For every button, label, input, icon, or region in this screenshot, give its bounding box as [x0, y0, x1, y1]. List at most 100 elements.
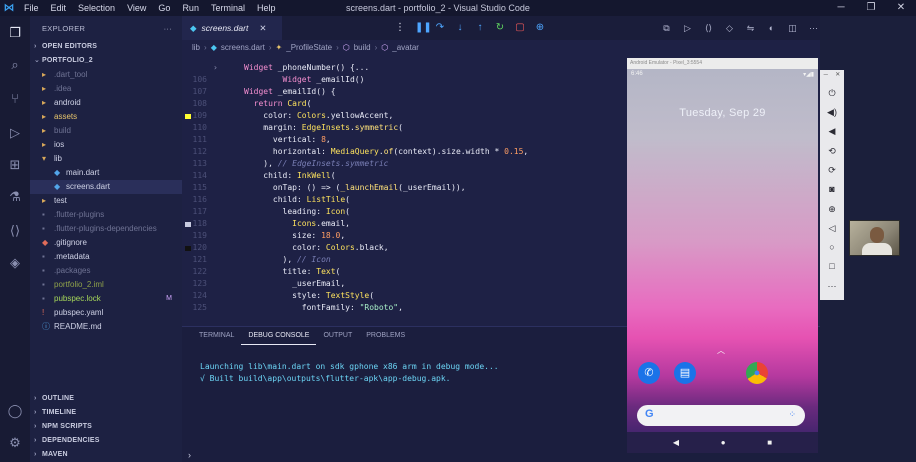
flutter-icon[interactable]: ◈	[0, 252, 30, 274]
tab-output[interactable]: OUTPUT	[316, 328, 359, 344]
drag-handle-icon[interactable]: ⋮	[395, 20, 405, 36]
step-out-icon[interactable]: ↑	[475, 20, 485, 36]
home-icon[interactable]: ○	[820, 242, 844, 252]
file-tree-item[interactable]: ▪ pubspec.lock M	[30, 292, 182, 306]
assistant-icon[interactable]: ⁘	[788, 409, 796, 420]
overview-icon[interactable]: □	[820, 261, 844, 271]
changes-icon[interactable]: ⇋	[744, 20, 757, 36]
zoom-icon[interactable]: ⊕	[820, 204, 844, 215]
file-tree-item[interactable]: ▸ .idea	[30, 82, 182, 96]
console-input-prompt[interactable]: ›	[188, 450, 191, 460]
breadcrumb-method[interactable]: build	[354, 43, 371, 52]
account-icon[interactable]: ◯	[0, 400, 30, 422]
file-tree-item[interactable]: ▸ test	[30, 194, 182, 208]
breadcrumb-symbol[interactable]: _avatar	[392, 43, 419, 52]
file-tree-item[interactable]: ▪ portfolio_2.iml	[30, 278, 182, 292]
more-actions-icon[interactable]: ···	[807, 20, 820, 36]
open-devtools-icon[interactable]: ⧉	[660, 20, 673, 36]
split-editor-icon[interactable]: ◫	[786, 20, 799, 36]
recents-icon[interactable]: ■	[767, 438, 772, 447]
minimize-icon[interactable]: ─	[824, 70, 828, 80]
messages-app-icon[interactable]: ▤	[674, 362, 696, 384]
fold-chevron-icon[interactable]: ›	[213, 62, 218, 74]
settings-gear-icon[interactable]: ⚙	[0, 432, 30, 454]
file-tree-item[interactable]: ▪ .flutter-plugins-dependencies	[30, 222, 182, 236]
file-tree-item[interactable]: ◆ .gitignore	[30, 236, 182, 250]
npm-scripts-section[interactable]: › NPM SCRIPTS	[30, 420, 182, 434]
android-emulator-screen[interactable]: 6:46 ▾◢▮ Tuesday, Sep 29 ︿ ✆ ▤ ● G ⁘ ◀ ●…	[627, 69, 818, 453]
close-icon[interactable]: ✕	[835, 70, 840, 80]
file-tree-item[interactable]: ◆ screens.dart	[30, 180, 182, 194]
file-tree-item[interactable]: ! pubspec.yaml	[30, 306, 182, 320]
go-back-icon[interactable]: ⟨⟩	[702, 20, 715, 36]
explorer-more-icon[interactable]: ···	[164, 24, 172, 33]
stop-icon[interactable]: ▢	[515, 20, 525, 36]
step-over-icon[interactable]: ↷	[435, 20, 445, 36]
testing-icon[interactable]: ⚗	[0, 186, 30, 208]
breadcrumb-lib[interactable]: lib	[192, 43, 200, 52]
tab-screens-dart[interactable]: ◆ screens.dart ✕	[182, 16, 282, 40]
file-tree-item[interactable]: ▪ .flutter-plugins	[30, 208, 182, 222]
restart-icon[interactable]: ↻	[495, 20, 505, 36]
tab-problems[interactable]: PROBLEMS	[359, 328, 412, 344]
timeline-section[interactable]: › TIMELINE	[30, 406, 182, 420]
run-icon[interactable]: ▷	[681, 20, 694, 36]
file-tree-item[interactable]: ⓘ README.md	[30, 320, 182, 334]
menu-terminal[interactable]: Terminal	[205, 0, 251, 16]
project-section[interactable]: ⌄ PORTFOLIO_2	[30, 54, 182, 68]
camera-icon[interactable]: ◙	[820, 184, 844, 194]
more-icon[interactable]: ···	[820, 281, 844, 291]
outline-section[interactable]: › OUTLINE	[30, 392, 182, 406]
run-debug-icon[interactable]: ▷	[0, 122, 30, 144]
extensions-icon[interactable]: ⊞	[0, 154, 30, 176]
volume-down-icon[interactable]: ◀	[820, 126, 844, 137]
phone-app-icon[interactable]: ✆	[638, 362, 660, 384]
back-icon[interactable]: ◀	[673, 438, 679, 447]
file-tree-item[interactable]: ▸ assets	[30, 110, 182, 124]
close-icon[interactable]: ✕	[886, 0, 916, 16]
dependencies-section[interactable]: › DEPENDENCIES	[30, 434, 182, 448]
swipe-up-icon[interactable]: ︿	[717, 345, 725, 356]
close-tab-icon[interactable]: ✕	[259, 23, 266, 34]
menu-edit[interactable]: Edit	[45, 0, 73, 16]
file-tree-item[interactable]: ▸ android	[30, 96, 182, 110]
menu-help[interactable]: Help	[251, 0, 282, 16]
search-icon[interactable]: ⌕	[0, 54, 30, 76]
breadcrumb-class[interactable]: _ProfileState	[286, 43, 332, 52]
volume-up-icon[interactable]: ◀)	[820, 107, 844, 118]
breadcrumb-file[interactable]: screens.dart	[221, 43, 265, 52]
home-icon[interactable]: ●	[721, 438, 726, 447]
source-control-icon[interactable]: ⑂	[0, 88, 30, 110]
maven-section[interactable]: › MAVEN	[30, 448, 182, 462]
file-tree-item[interactable]: ▾ lib	[30, 152, 182, 166]
tab-terminal[interactable]: TERMINAL	[192, 328, 241, 344]
file-tree-item[interactable]: ▸ ios	[30, 138, 182, 152]
step-into-icon[interactable]: ↓	[455, 20, 465, 36]
explorer-icon[interactable]: ❐	[0, 22, 30, 44]
rotate-right-icon[interactable]: ⟳	[820, 165, 844, 176]
menu-view[interactable]: View	[121, 0, 152, 16]
menu-run[interactable]: Run	[176, 0, 205, 16]
tab-debug-console[interactable]: DEBUG CONSOLE	[241, 328, 317, 345]
file-tree-item[interactable]: ▪ .packages	[30, 264, 182, 278]
remote-icon[interactable]: ⟨⟩	[0, 220, 30, 242]
file-tree-item[interactable]: ▸ .dart_tool	[30, 68, 182, 82]
google-search-bar[interactable]: G ⁘	[637, 405, 805, 426]
restore-icon[interactable]: ❐	[856, 0, 886, 16]
power-icon[interactable]: ⏻	[820, 88, 844, 99]
menu-go[interactable]: Go	[152, 0, 176, 16]
menu-file[interactable]: File	[18, 0, 45, 16]
open-editors-section[interactable]: › OPEN EDITORS	[30, 40, 182, 54]
rotate-left-icon[interactable]: ⟲	[820, 146, 844, 157]
pause-icon[interactable]: ❚❚	[415, 20, 432, 36]
inspect-icon[interactable]: ⊕	[535, 20, 545, 36]
chrome-app-icon[interactable]: ●	[746, 362, 768, 384]
file-tree-item[interactable]: ▪ .metadata	[30, 250, 182, 264]
flutter-outline-icon[interactable]: ◐	[765, 20, 778, 36]
menu-selection[interactable]: Selection	[72, 0, 121, 16]
file-tree-item[interactable]: ◆ main.dart	[30, 166, 182, 180]
minimize-icon[interactable]: ─	[826, 0, 856, 16]
file-tree-item[interactable]: ▸ build	[30, 124, 182, 138]
toggle-icon[interactable]: ◇	[723, 20, 736, 36]
back-icon[interactable]: ◁	[820, 223, 844, 234]
